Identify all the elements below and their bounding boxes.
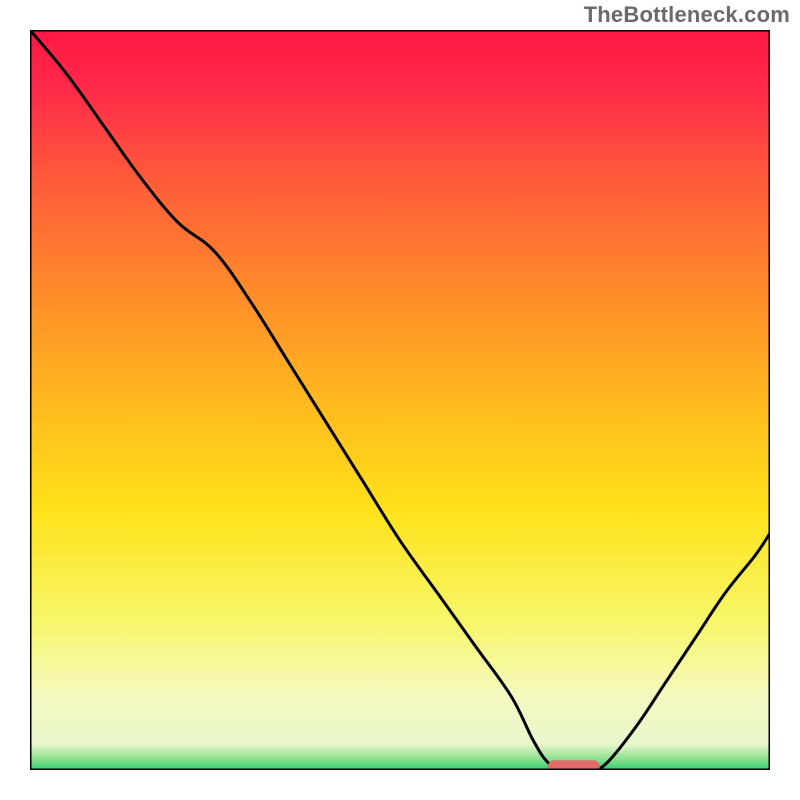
gradient-background [30, 30, 770, 770]
bottleneck-chart [30, 30, 770, 770]
chart-frame: TheBottleneck.com [0, 0, 800, 800]
plot-area [30, 30, 770, 770]
watermark-label: TheBottleneck.com [584, 2, 790, 28]
